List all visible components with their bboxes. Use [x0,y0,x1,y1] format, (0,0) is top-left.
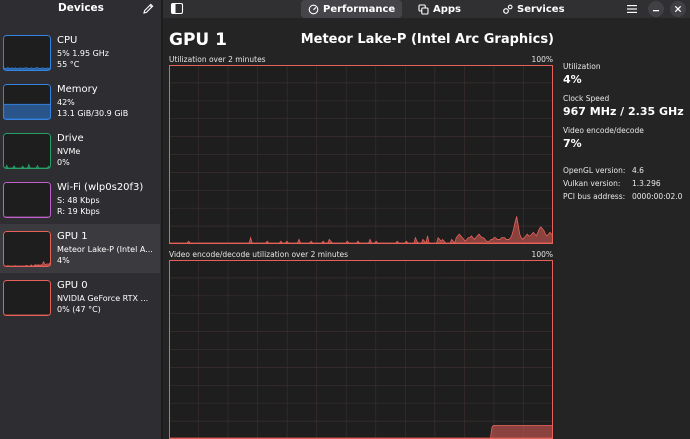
device-detail: NVMe [57,147,81,156]
vulkan-version-value: 1.3.296 [632,179,661,188]
tab-label: Performance [323,3,396,15]
page-title: GPU 1 [169,30,227,50]
tab-performance[interactable]: Performance [301,0,403,18]
clock-speed-label: Clock Speed [563,94,610,103]
utilization-label: Utilization [563,62,601,71]
minimize-icon [653,10,659,12]
device-detail-2: 13.1 GiB/30.9 GiB [57,109,129,118]
gpu-details-panel: GPU 1 Meteor Lake-P (Intel Arc Graphics)… [163,18,690,439]
device-detail-2: 4% [57,256,70,265]
device-name: Drive [57,133,84,144]
utilization-graph-label: Utilization over 2 minutes [169,55,266,64]
video-encode-label: Video encode/decode [563,126,644,135]
device-detail-2: 55 °C [57,60,80,69]
opengl-version-value: 4.6 [632,166,644,175]
device-detail-2: 0% (47 °C) [57,305,101,314]
gpu-model-name: Meteor Lake-P (Intel Arc Graphics) [300,32,554,47]
minimize-button[interactable] [648,1,664,17]
pci-bus-label: PCI bus address: [563,192,626,201]
tab-label: Services [517,3,565,15]
device-name: Memory [57,84,98,95]
gauge-icon [308,4,319,14]
utilization-value: 4% [563,73,582,86]
video-graph-label: Video encode/decode utilization over 2 m… [169,250,349,259]
toggle-sidebar-icon[interactable] [169,1,185,16]
device-detail: Meteor Lake-P (Intel A... [57,245,153,254]
services-gear-icon [503,4,513,14]
device-detail: 5% 1.95 GHz [57,49,110,58]
sidebar-header: Devices [0,0,162,18]
vulkan-version-label: Vulkan version: [563,179,621,188]
devices-sidebar: Devices CPU 5% 1.95 GHz 55 °C Memory 42%… [0,0,162,439]
device-name: CPU [57,35,78,46]
cpu-thumb-bg [3,35,51,71]
apps-windows-icon [418,3,429,15]
header-bar: Performance Apps Services [163,0,690,18]
device-detail-2: R: 19 Kbps [57,207,100,216]
video-graph-max: 100% [531,250,553,259]
video-encode-value: 7% [563,137,582,150]
drive-thumbnail-graph [3,133,51,169]
gpu1-thumbnail-graph [3,231,51,267]
opengl-version-label: OpenGL version: [563,166,626,175]
memory-thumb-area [3,103,51,120]
device-name: Wi-Fi (wlp0s20f3) [57,182,144,193]
pencil-edit-icon[interactable] [142,2,155,15]
tab-services[interactable]: Services [495,0,572,18]
device-name: GPU 0 [57,280,88,291]
device-detail-2: 0% [57,158,70,167]
utilization-graph-max: 100% [531,55,553,64]
device-item-cpu[interactable]: CPU 5% 1.95 GHz 55 °C [0,28,160,77]
device-item-drive[interactable]: Drive NVMe 0% [0,126,160,175]
utilization-graph [169,65,553,244]
gpu0-thumbnail-graph [3,280,51,316]
tab-apps[interactable]: Apps [411,0,468,18]
close-icon [674,5,682,13]
video-encode-graph [169,260,553,439]
cpu-thumbnail-graph [3,35,51,71]
device-item-gpu0[interactable]: GPU 0 NVIDIA GeForce RTX ... 0% (47 °C) [0,273,160,322]
close-button[interactable] [670,1,686,17]
device-detail: S: 48 Kbps [57,196,100,205]
device-item-wifi[interactable]: Wi-Fi (wlp0s20f3) S: 48 Kbps R: 19 Kbps [0,175,160,224]
sidebar-title: Devices [58,2,104,14]
wifi-thumb-bg [3,182,51,218]
device-detail: NVIDIA GeForce RTX ... [57,294,149,303]
gpu0-thumb-bg [3,280,51,316]
drive-thumb-bg [3,133,51,169]
wifi-thumbnail-graph [3,182,51,218]
device-name: GPU 1 [57,231,88,242]
pci-bus-value: 0000:00:02.0 [632,192,683,201]
memory-thumbnail-graph [3,84,51,120]
tab-label: Apps [433,3,462,15]
device-detail: 42% [57,98,75,107]
device-item-memory[interactable]: Memory 42% 13.1 GiB/30.9 GiB [0,77,160,126]
hamburger-menu-icon[interactable] [626,3,638,15]
clock-speed-value: 967 MHz / 2.35 GHz [563,105,684,118]
device-item-gpu1[interactable]: GPU 1 Meteor Lake-P (Intel A... 4% [0,224,160,273]
